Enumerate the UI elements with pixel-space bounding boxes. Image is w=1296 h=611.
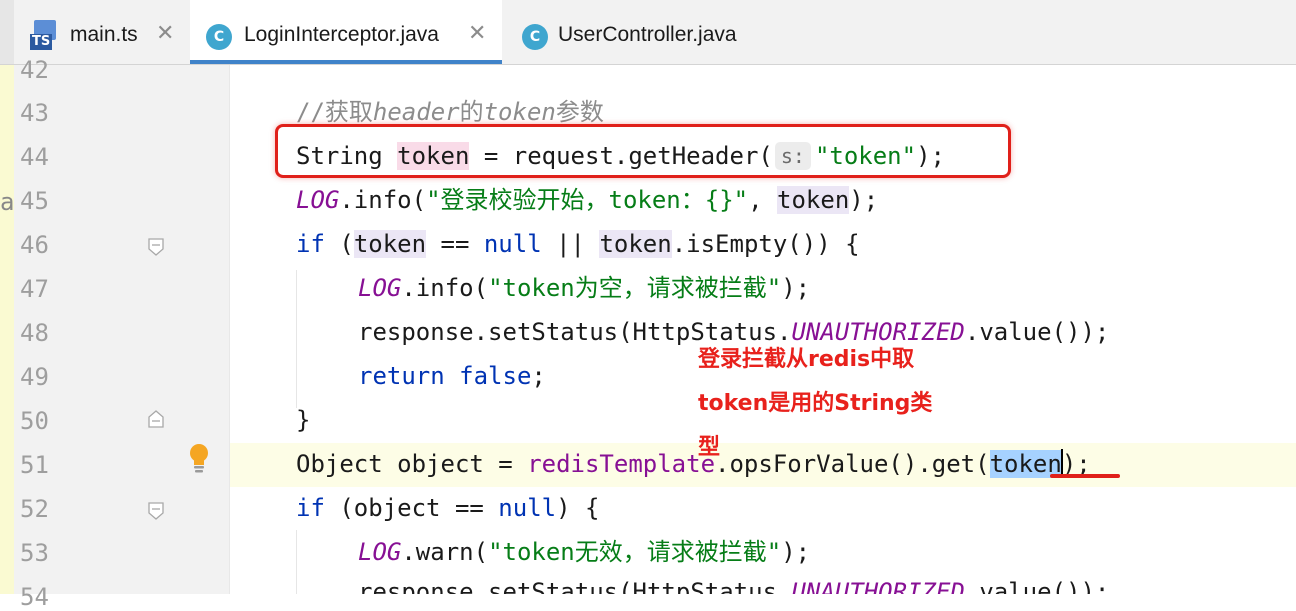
- editor-tab-bar: TS main.ts ✕ C LoginInterceptor.java ✕ C…: [0, 0, 1296, 65]
- annotation-underline: [1050, 474, 1120, 478]
- intention-lightbulb-icon[interactable]: [187, 442, 211, 474]
- annotation-note: 登录拦截从redis中取 token是用的String类 型: [698, 338, 998, 470]
- code-line-49: return false;: [358, 362, 546, 390]
- tab-user-controller[interactable]: C UserController.java: [502, 0, 782, 63]
- line-number: 46: [20, 231, 49, 259]
- annotation-line: 登录拦截从redis中取: [698, 347, 915, 372]
- tab-label: UserController.java: [558, 23, 737, 46]
- code-line-54: response.setStatus(HttpStatus.UNAUTHORIZ…: [358, 578, 1110, 594]
- line-number: 52: [20, 495, 49, 523]
- annotation-line: token是用的String类: [698, 391, 933, 416]
- fold-close-icon[interactable]: [148, 410, 164, 428]
- line-number: 54: [20, 583, 49, 611]
- annotation-line: 型: [698, 435, 721, 460]
- fold-open-icon[interactable]: [148, 238, 164, 256]
- line-number: 44: [20, 143, 49, 171]
- indent-guide: [296, 530, 297, 594]
- annotation-highlight-box: [275, 124, 1011, 178]
- close-icon[interactable]: ✕: [468, 21, 486, 46]
- line-number: 49: [20, 363, 49, 391]
- java-class-icon: C: [206, 24, 232, 50]
- line-number: 45: [20, 187, 49, 215]
- code-line-47: LOG.info("token为空，请求被拦截");: [358, 274, 811, 302]
- gutter-edge-marker: [0, 65, 14, 594]
- tab-bar-left-strip: [0, 0, 14, 64]
- code-line-53: LOG.warn("token无效，请求被拦截");: [358, 538, 811, 566]
- code-line-52: if (object == null) {: [296, 494, 600, 522]
- java-class-icon: C: [522, 24, 548, 50]
- code-line-50: }: [296, 406, 311, 434]
- line-number: 47: [20, 275, 49, 303]
- line-number: 42: [20, 56, 49, 84]
- code-line-45: LOG.info("登录校验开始，token：{}", token);: [296, 186, 879, 214]
- fold-open-icon[interactable]: [148, 502, 164, 520]
- code-line-43: //获取header的token参数: [296, 98, 604, 126]
- typescript-file-icon: TS: [30, 20, 60, 52]
- line-number: 43: [20, 99, 49, 127]
- tab-label: LoginInterceptor.java: [244, 23, 439, 46]
- line-number: 53: [20, 539, 49, 567]
- tab-label: main.ts: [70, 23, 138, 46]
- close-icon[interactable]: ✕: [156, 21, 174, 46]
- tab-main-ts[interactable]: TS main.ts ✕: [14, 0, 190, 63]
- line-number: 50: [20, 407, 49, 435]
- indent-guide: [296, 270, 297, 408]
- line-number: 51: [20, 451, 49, 479]
- gutter-stray-char: a: [0, 188, 15, 216]
- tab-login-interceptor[interactable]: C LoginInterceptor.java ✕: [190, 0, 502, 64]
- code-line-46: if (token == null || token.isEmpty()) {: [296, 230, 860, 258]
- line-number: 48: [20, 319, 49, 347]
